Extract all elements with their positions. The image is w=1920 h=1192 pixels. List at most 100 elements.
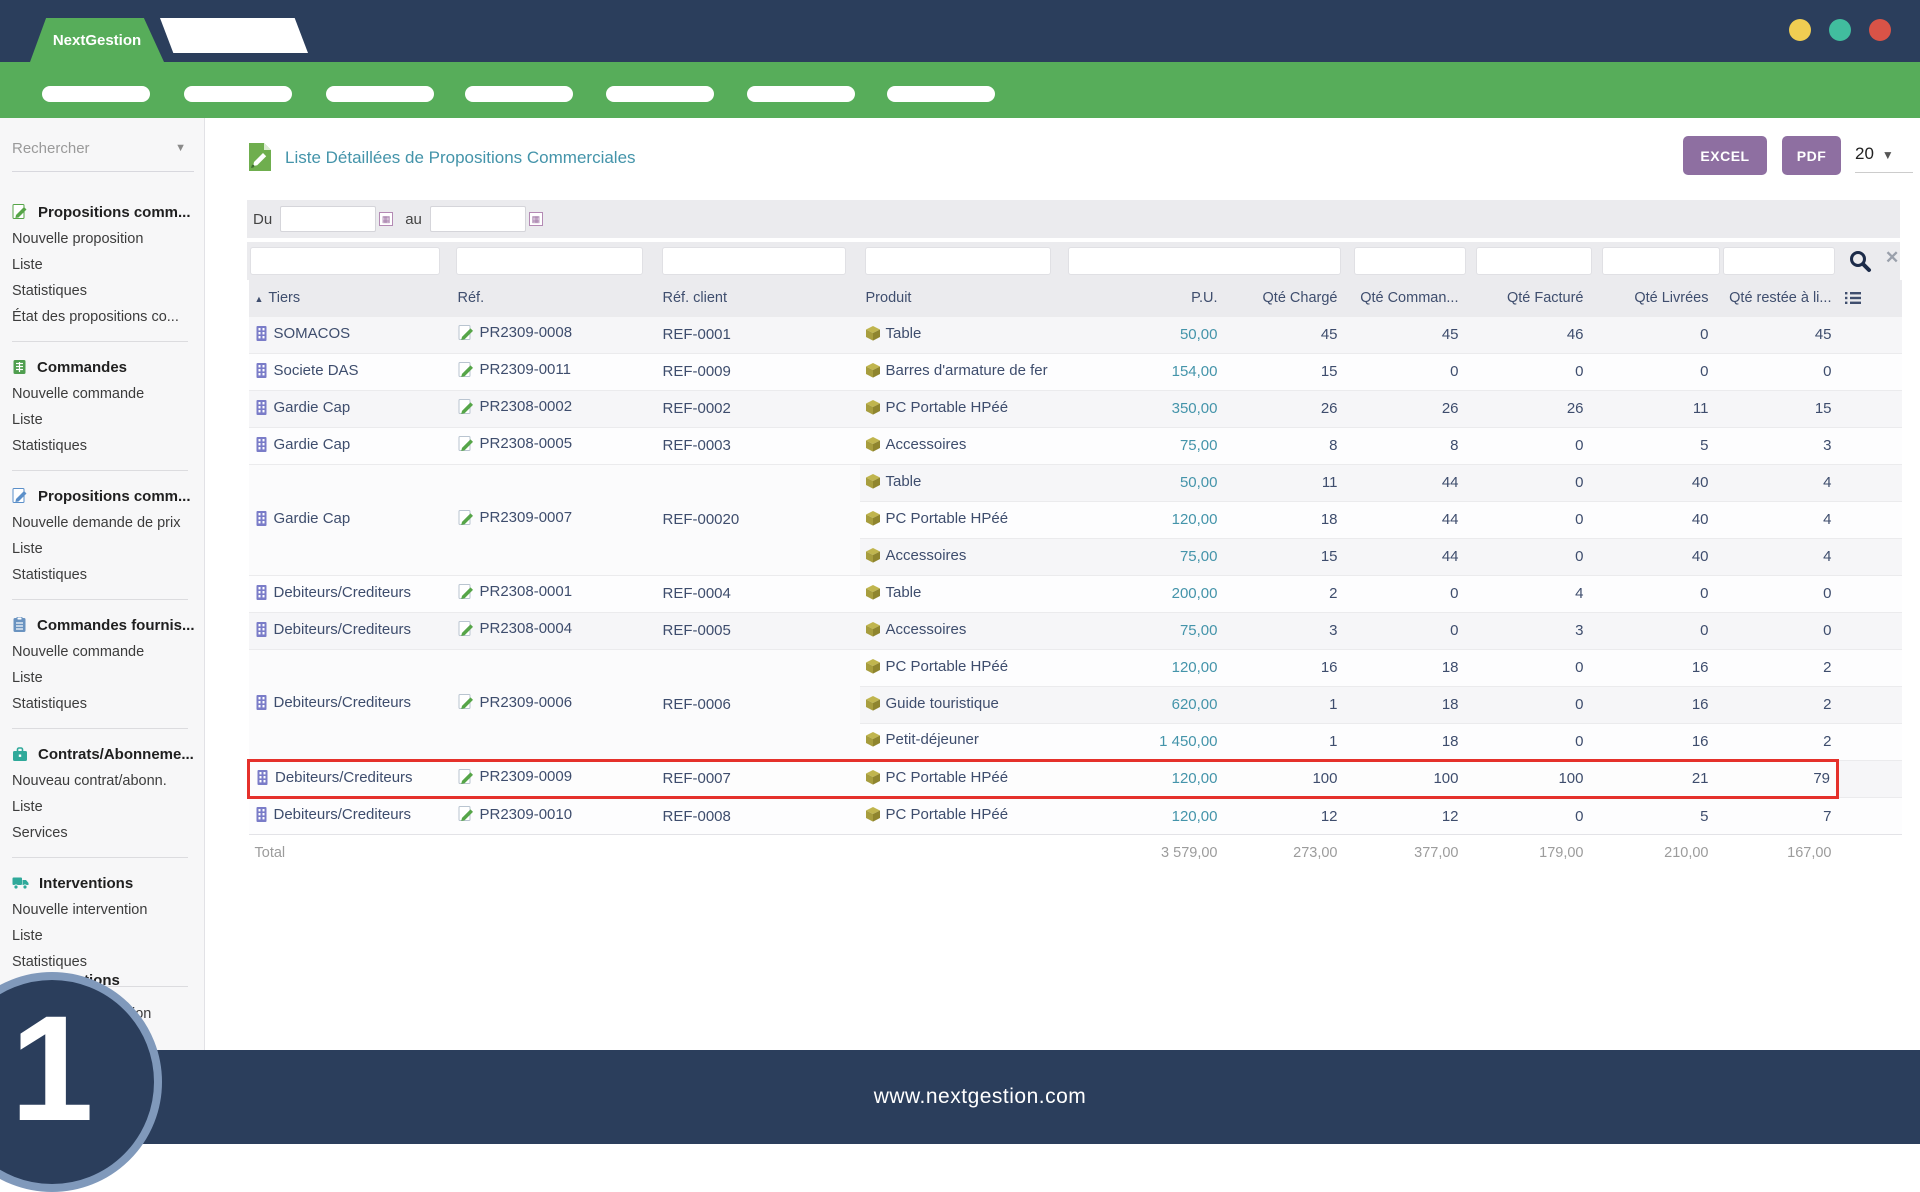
- sidebar-section-header[interactable]: Commandes: [12, 353, 194, 381]
- sidebar-item[interactable]: Nouvelle proposition: [12, 226, 194, 252]
- column-header[interactable]: Qté Chargé: [1224, 280, 1344, 316]
- column-header[interactable]: Qté restée à li...: [1715, 280, 1838, 316]
- sidebar-item[interactable]: Liste: [12, 923, 194, 949]
- brand-tab[interactable]: NextGestion: [30, 18, 164, 62]
- column-header[interactable]: Qté Comman...: [1344, 280, 1465, 316]
- tiers-link[interactable]: Societe DAS: [255, 362, 359, 379]
- column-filter-input[interactable]: [1476, 247, 1592, 275]
- traffic-light-red[interactable]: [1869, 19, 1891, 41]
- nav-menu-pill[interactable]: [747, 86, 855, 102]
- calendar-icon[interactable]: ▦: [379, 212, 393, 226]
- ref-link[interactable]: PR2309-0011: [458, 361, 571, 378]
- product-link[interactable]: PC Portable HPéé: [866, 806, 1009, 823]
- ref-link[interactable]: PR2308-0001: [458, 583, 573, 600]
- product-link[interactable]: Table: [866, 584, 922, 601]
- sidebar-item[interactable]: Statistiques: [12, 433, 194, 459]
- traffic-light-yellow[interactable]: [1789, 19, 1811, 41]
- nav-menu-pill[interactable]: [184, 86, 292, 102]
- calendar-icon[interactable]: ▦: [529, 212, 543, 226]
- column-filter-input[interactable]: [1354, 247, 1466, 275]
- product-link[interactable]: Petit-déjeuner: [866, 731, 979, 748]
- date-to-input[interactable]: [430, 206, 526, 232]
- sidebar-item[interactable]: Nouveau contrat/abonn.: [12, 768, 194, 794]
- column-header[interactable]: Réf.: [452, 280, 657, 316]
- ref-link[interactable]: PR2309-0009: [458, 768, 573, 785]
- sidebar-item[interactable]: Liste: [12, 665, 194, 691]
- search-icon[interactable]: [1848, 249, 1872, 273]
- sidebar-section-header[interactable]: Interventions: [12, 869, 194, 897]
- search-input[interactable]: Rechercher: [12, 140, 90, 157]
- column-filter-input[interactable]: [1068, 247, 1341, 275]
- column-header[interactable]: Réf. client: [657, 280, 860, 316]
- sidebar-section-header[interactable]: Contrats/Abonneme...: [12, 740, 194, 768]
- product-link[interactable]: Accessoires: [866, 621, 967, 638]
- tiers-link[interactable]: Debiteurs/Crediteurs: [256, 769, 413, 786]
- column-header[interactable]: ▲Tiers: [249, 280, 452, 316]
- column-header[interactable]: Qté Livrées: [1590, 280, 1715, 316]
- traffic-light-teal[interactable]: [1829, 19, 1851, 41]
- column-filter-input[interactable]: [250, 247, 440, 275]
- ref-link[interactable]: PR2309-0007: [458, 509, 573, 526]
- tiers-link[interactable]: Debiteurs/Crediteurs: [255, 694, 412, 711]
- nav-menu-pill[interactable]: [606, 86, 714, 102]
- date-from-input[interactable]: [280, 206, 376, 232]
- tiers-link[interactable]: Debiteurs/Crediteurs: [255, 806, 412, 823]
- clear-filters-icon[interactable]: ✕: [1885, 248, 1899, 268]
- sidebar-item[interactable]: Liste: [12, 794, 194, 820]
- sidebar-item[interactable]: Statistiques: [12, 278, 194, 304]
- column-filter-input[interactable]: [865, 247, 1051, 275]
- sidebar-section-header[interactable]: Propositions comm...: [12, 482, 194, 510]
- sidebar-section-header[interactable]: Propositions comm...: [12, 198, 194, 226]
- product-link[interactable]: Table: [866, 325, 922, 342]
- ref-link[interactable]: PR2309-0008: [458, 324, 573, 341]
- tiers-link[interactable]: Debiteurs/Crediteurs: [255, 584, 412, 601]
- sidebar-item[interactable]: Statistiques: [12, 691, 194, 717]
- sidebar-item[interactable]: Liste: [12, 252, 194, 278]
- nav-menu-pill[interactable]: [887, 86, 995, 102]
- blank-tab[interactable]: [160, 18, 308, 53]
- sidebar-item[interactable]: État des propositions co...: [12, 304, 194, 330]
- tiers-link[interactable]: SOMACOS: [255, 325, 351, 342]
- sidebar-item[interactable]: Nouvelle commande: [12, 639, 194, 665]
- sidebar-item[interactable]: Statistiques: [12, 562, 194, 588]
- product-link[interactable]: PC Portable HPéé: [866, 769, 1009, 786]
- pdf-export-button[interactable]: PDF: [1782, 136, 1841, 175]
- ref-link[interactable]: PR2309-0010: [458, 806, 573, 823]
- nav-menu-pill[interactable]: [326, 86, 434, 102]
- tiers-link[interactable]: Gardie Cap: [255, 399, 351, 416]
- product-link[interactable]: Accessoires: [866, 547, 967, 564]
- product-link[interactable]: Guide touristique: [866, 695, 999, 712]
- sidebar-item[interactable]: Nouvelle intervention: [12, 897, 194, 923]
- column-chooser-header[interactable]: [1838, 280, 1902, 316]
- page-size-select[interactable]: 20▼: [1855, 144, 1913, 173]
- sidebar-item[interactable]: Services: [12, 820, 194, 846]
- product-link[interactable]: Table: [866, 473, 922, 490]
- column-filter-input[interactable]: [1602, 247, 1720, 275]
- column-header[interactable]: Qté Facturé: [1465, 280, 1590, 316]
- tiers-link[interactable]: Gardie Cap: [255, 510, 351, 527]
- column-header[interactable]: Produit: [860, 280, 1064, 316]
- product-link[interactable]: Barres d'armature de fer: [866, 362, 1048, 379]
- ref-link[interactable]: PR2308-0004: [458, 620, 573, 637]
- column-filter-input[interactable]: [1723, 247, 1835, 275]
- ref-link[interactable]: PR2308-0002: [458, 398, 573, 415]
- sidebar-search[interactable]: Rechercher ▼: [12, 132, 194, 172]
- sidebar-item[interactable]: Liste: [12, 407, 194, 433]
- sidebar-item[interactable]: Nouvelle demande de prix: [12, 510, 194, 536]
- column-header[interactable]: P.U.: [1064, 280, 1224, 316]
- tiers-link[interactable]: Debiteurs/Crediteurs: [255, 621, 412, 638]
- nav-menu-pill[interactable]: [465, 86, 573, 102]
- tiers-link[interactable]: Gardie Cap: [255, 436, 351, 453]
- ref-link[interactable]: PR2308-0005: [458, 435, 573, 452]
- product-link[interactable]: PC Portable HPéé: [866, 658, 1009, 675]
- product-link[interactable]: PC Portable HPéé: [866, 510, 1009, 527]
- product-link[interactable]: PC Portable HPéé: [866, 399, 1009, 416]
- ref-link[interactable]: PR2309-0006: [458, 694, 573, 711]
- column-filter-input[interactable]: [662, 247, 846, 275]
- column-filter-input[interactable]: [456, 247, 643, 275]
- excel-export-button[interactable]: EXCEL: [1683, 136, 1767, 175]
- sidebar-section-header[interactable]: Commandes fournis...: [12, 611, 194, 639]
- sidebar-item[interactable]: Liste: [12, 536, 194, 562]
- product-link[interactable]: Accessoires: [866, 436, 967, 453]
- nav-menu-pill[interactable]: [42, 86, 150, 102]
